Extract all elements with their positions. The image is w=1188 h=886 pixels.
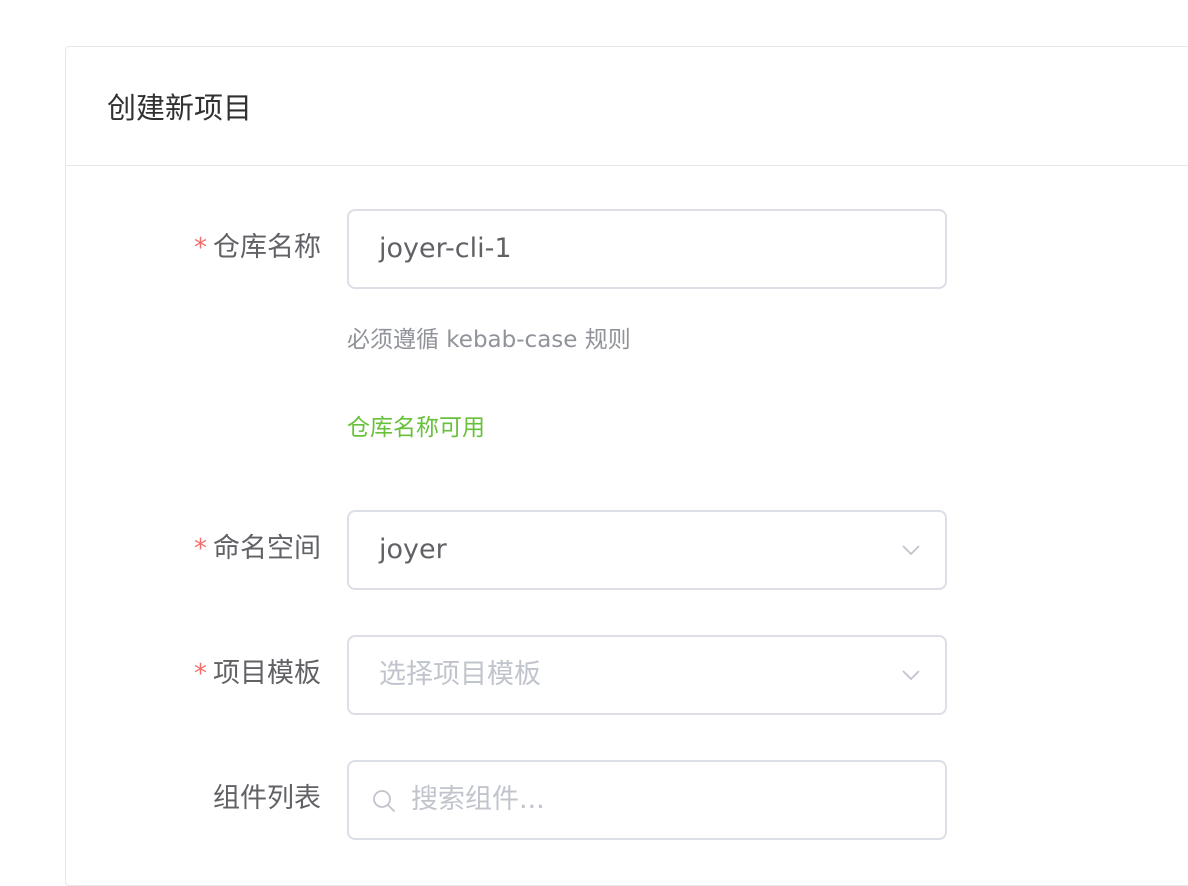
- form-row-repo-name: * 仓库名称 joyer-cli-1: [66, 209, 1188, 289]
- repo-name-value: joyer-cli-1: [379, 233, 512, 264]
- components-label-text: 组件列表: [213, 783, 321, 814]
- namespace-select[interactable]: joyer: [347, 510, 947, 590]
- namespace-label-text: 命名空间: [213, 533, 321, 564]
- form-row-components: 组件列表 搜索组件...: [66, 760, 1188, 840]
- form-row-template: * 项目模板 选择项目模板: [66, 635, 1188, 715]
- namespace-value: joyer: [379, 534, 447, 565]
- repo-name-label: * 仓库名称: [194, 209, 321, 289]
- component-search-input[interactable]: 搜索组件...: [347, 760, 947, 840]
- component-search-placeholder: 搜索组件...: [411, 784, 545, 815]
- components-label: 组件列表: [213, 760, 321, 840]
- form-row-namespace: * 命名空间 joyer: [66, 510, 1188, 590]
- required-mark: *: [194, 659, 207, 689]
- template-label-text: 项目模板: [213, 658, 321, 689]
- repo-name-label-text: 仓库名称: [213, 232, 321, 263]
- template-select[interactable]: 选择项目模板: [347, 635, 947, 715]
- chevron-down-icon: [902, 670, 920, 681]
- template-label: * 项目模板: [194, 635, 321, 715]
- namespace-label: * 命名空间: [194, 510, 321, 590]
- page-title: 创建新项目: [107, 91, 253, 125]
- template-placeholder: 选择项目模板: [379, 659, 541, 690]
- create-project-card: 创建新项目 * 仓库名称 joyer-cli-1 必须遵循 kebab-case …: [65, 46, 1188, 886]
- chevron-down-icon: [902, 545, 920, 556]
- search-icon: [373, 790, 395, 812]
- repo-name-status: 仓库名称可用: [347, 415, 485, 441]
- required-mark: *: [194, 233, 207, 263]
- repo-name-hint: 必须遵循 kebab-case 规则: [347, 327, 631, 353]
- required-mark: *: [194, 534, 207, 564]
- repo-name-input[interactable]: joyer-cli-1: [347, 209, 947, 289]
- card-header: 创建新项目: [66, 47, 1188, 166]
